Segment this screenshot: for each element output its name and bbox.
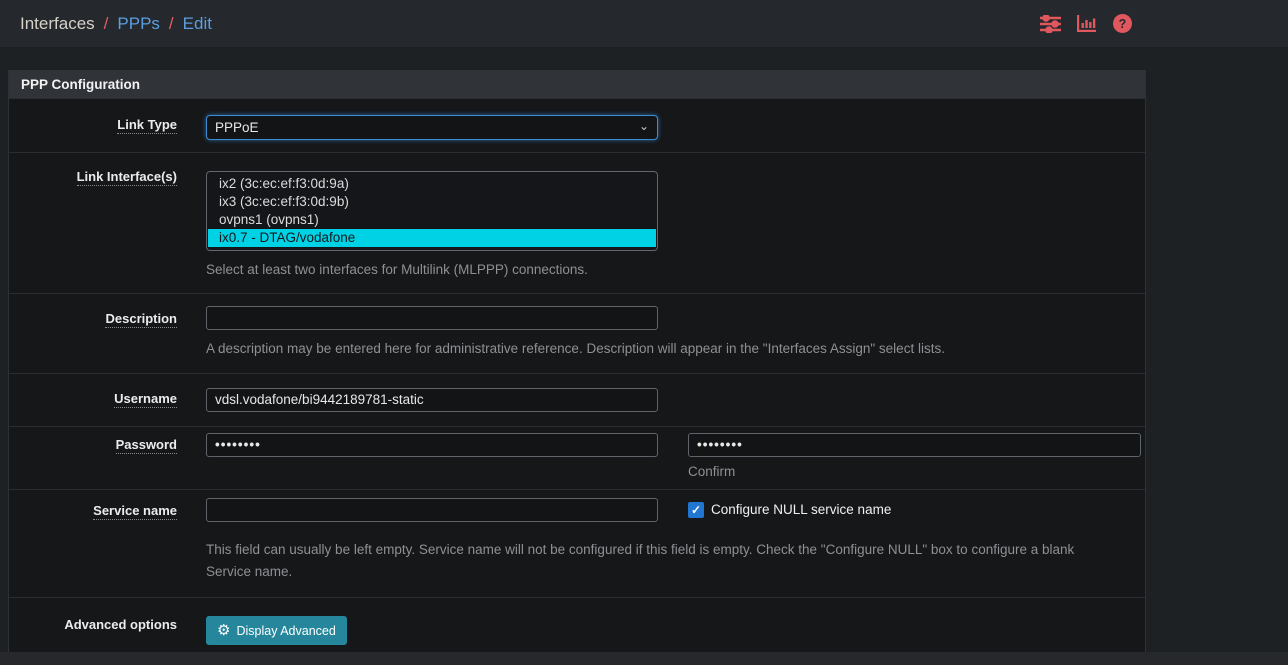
password-input[interactable] [206, 433, 658, 457]
row-advanced-options: Advanced options ⚙ Display Advanced [9, 597, 1145, 657]
display-advanced-button[interactable]: ⚙ Display Advanced [206, 616, 347, 645]
confirm-label: Confirm [688, 464, 1141, 479]
interface-option[interactable]: ix3 (3c:ec:ef:f3:0d:9b) [208, 193, 656, 211]
row-username: Username [9, 373, 1145, 426]
breadcrumb: Interfaces / PPPs / Edit [20, 14, 212, 34]
row-link-type: Link Type PPPoE ⌄ [9, 98, 1145, 152]
username-input[interactable] [206, 388, 658, 412]
breadcrumb-ppps[interactable]: PPPs [117, 14, 160, 34]
password-confirm-input[interactable] [688, 433, 1141, 457]
breadcrumb-separator: / [104, 14, 109, 34]
link-interfaces-help: Select at least two interfaces for Multi… [206, 259, 1105, 281]
description-help: A description may be entered here for ad… [206, 338, 1105, 360]
svg-text:?: ? [1118, 17, 1126, 31]
password-label: Password [116, 437, 177, 454]
link-interfaces-multiselect[interactable]: ix2 (3c:ec:ef:f3:0d:9a) ix3 (3c:ec:ef:f3… [206, 171, 658, 251]
link-type-label: Link Type [117, 117, 177, 134]
link-interfaces-label: Link Interface(s) [77, 169, 177, 186]
row-password: Password Confirm [9, 426, 1145, 489]
footer-strip [0, 652, 1288, 665]
breadcrumb-interfaces[interactable]: Interfaces [20, 14, 95, 34]
configure-null-checkbox[interactable]: ✓ [688, 502, 704, 518]
navbar-icon-group: ? [1039, 14, 1133, 34]
help-icon[interactable]: ? [1111, 14, 1133, 34]
gear-icon: ⚙ [217, 623, 230, 638]
interface-option[interactable]: ix0.7 - DTAG/vodafone [208, 229, 656, 247]
configure-null-label: Configure NULL service name [711, 502, 891, 517]
bar-chart-icon[interactable] [1075, 14, 1097, 34]
row-description: Description A description may be entered… [9, 293, 1145, 372]
service-name-label: Service name [93, 503, 177, 520]
configure-null-checkbox-wrap[interactable]: ✓ Configure NULL service name [688, 502, 891, 518]
link-type-select[interactable]: PPPoE [206, 115, 658, 140]
panel-title: PPP Configuration [9, 71, 1145, 98]
top-navbar: Interfaces / PPPs / Edit [0, 0, 1288, 47]
description-label: Description [105, 311, 177, 328]
advanced-options-label: Advanced options [64, 617, 177, 633]
interface-option[interactable]: ix2 (3c:ec:ef:f3:0d:9a) [208, 175, 656, 193]
link-type-select-wrap: PPPoE ⌄ [206, 115, 658, 140]
ppp-configuration-panel: PPP Configuration Link Type PPPoE ⌄ Link… [8, 70, 1146, 658]
row-service-name: Service name ✓ Configure NULL service na… [9, 489, 1145, 598]
description-input[interactable] [206, 306, 658, 330]
interface-option[interactable]: ovpns1 (ovpns1) [208, 211, 656, 229]
sliders-icon[interactable] [1039, 14, 1061, 34]
password-confirm-wrap: Confirm [688, 433, 1141, 479]
service-name-help: This field can usually be left empty. Se… [206, 539, 1105, 584]
display-advanced-label: Display Advanced [236, 624, 335, 638]
username-label: Username [114, 391, 177, 408]
password-field-wrap [206, 433, 658, 457]
service-name-input[interactable] [206, 498, 658, 522]
breadcrumb-separator: / [169, 14, 174, 34]
breadcrumb-edit[interactable]: Edit [183, 14, 212, 34]
row-link-interfaces: Link Interface(s) ix2 (3c:ec:ef:f3:0d:9a… [9, 152, 1145, 293]
